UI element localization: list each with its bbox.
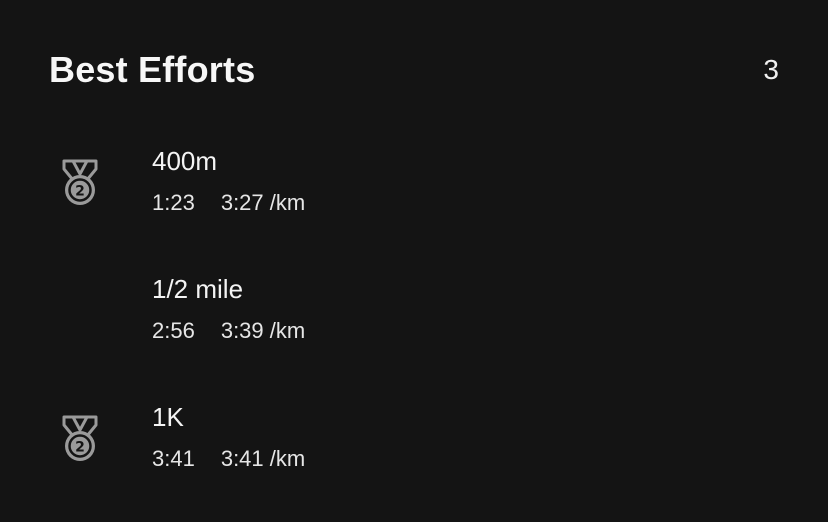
effort-pace: 3:27 /km bbox=[220, 190, 306, 215]
effort-time: 3:41 bbox=[152, 446, 195, 471]
best-efforts-card: Best Efforts 3 2 400m 1:23 3:27 /km 1/2 m… bbox=[0, 0, 828, 522]
effort-row-half-mile[interactable]: 1/2 mile 2:56 3:39 /km bbox=[0, 268, 828, 358]
best-efforts-list: 2 400m 1:23 3:27 /km 1/2 mile 2:56 3:39 /k… bbox=[0, 0, 828, 522]
effort-stats: 3:41 3:41 /km bbox=[152, 446, 305, 472]
effort-pace: 3:39 /km bbox=[220, 318, 306, 343]
effort-name: 400m bbox=[152, 146, 218, 176]
effort-time: 1:23 bbox=[152, 190, 195, 215]
medal-rank-label: 2 bbox=[75, 184, 85, 200]
effort-time: 2:56 bbox=[152, 318, 195, 343]
silver-medal-icon: 2 bbox=[62, 415, 98, 461]
effort-name: 1K bbox=[152, 402, 184, 432]
silver-medal-icon: 2 bbox=[62, 159, 98, 205]
effort-row-400m[interactable]: 2 400m 1:23 3:27 /km bbox=[0, 140, 828, 230]
effort-stats: 1:23 3:27 /km bbox=[152, 190, 305, 216]
effort-name: 1/2 mile bbox=[152, 274, 244, 304]
effort-pace: 3:41 /km bbox=[220, 446, 306, 471]
effort-stats: 2:56 3:39 /km bbox=[152, 318, 305, 344]
effort-row-1k[interactable]: 2 1K 3:41 3:41 /km bbox=[0, 396, 828, 486]
medal-rank-label: 2 bbox=[75, 440, 85, 456]
